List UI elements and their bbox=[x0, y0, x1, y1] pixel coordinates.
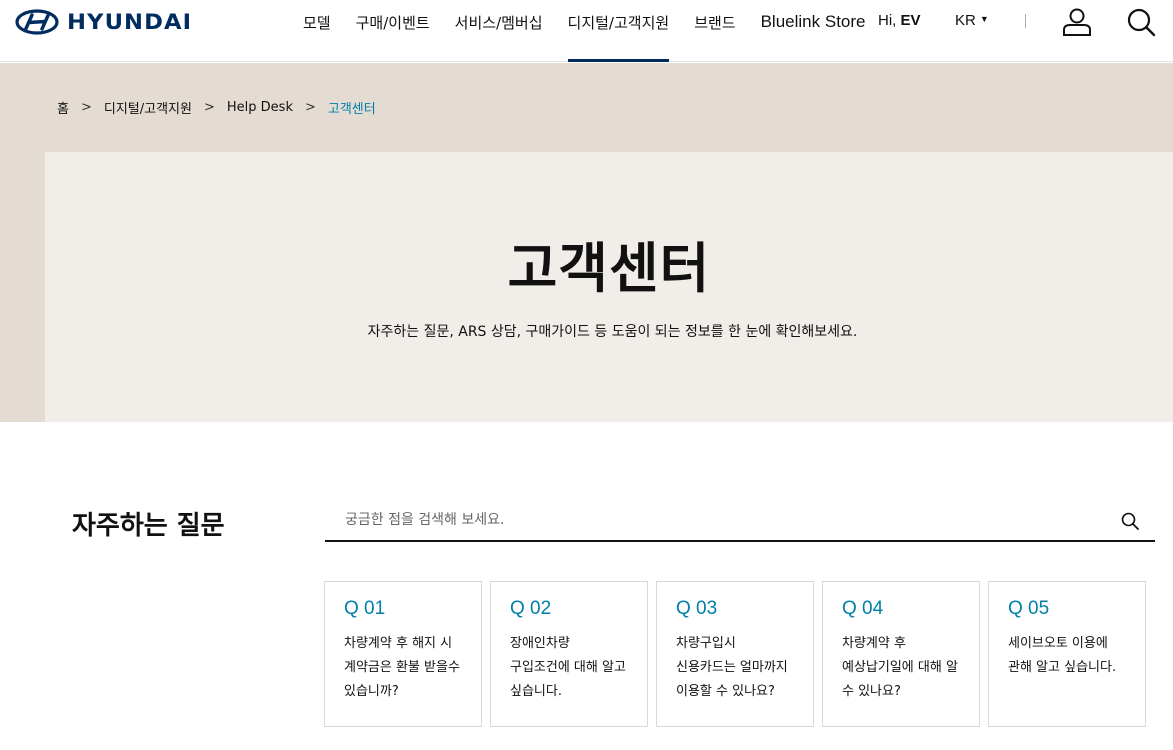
nav-item-purchase-events[interactable]: 구매/이벤트 bbox=[356, 0, 430, 62]
page-title: 고객센터 bbox=[507, 237, 711, 300]
faq-card[interactable]: Q 02 장애인차량 구입조건에 대해 알고 싶습니다. bbox=[490, 581, 648, 727]
caret-down-icon: ▼ bbox=[979, 14, 989, 24]
breadcrumb-current: 고객센터 bbox=[327, 102, 376, 117]
header-divider bbox=[1025, 14, 1026, 28]
faq-card-question: 장애인차량 구입조건에 대해 알고 싶습니다. bbox=[510, 636, 626, 699]
logo-wordmark: HYUNDAI bbox=[67, 10, 193, 34]
faq-card-number: Q 03 bbox=[676, 598, 718, 619]
user-greeting[interactable]: Hi, EV bbox=[878, 12, 921, 29]
page-subtitle: 자주하는 질문, ARS 상담, 구매가이드 등 도움이 되는 정보를 한 눈에… bbox=[367, 324, 858, 340]
nav-item-bluelink-store[interactable]: Bluelink Store bbox=[761, 0, 866, 62]
faq-section-title: 자주하는 질문 bbox=[72, 511, 225, 541]
search-icon-graphic bbox=[1127, 8, 1156, 37]
chevron-right-icon: > bbox=[203, 100, 215, 115]
faq-card[interactable]: Q 05 세이브오토 이용에 관해 알고 싶습니다. bbox=[988, 581, 1146, 727]
faq-card-question: 차량계약 후 해지 시 계약금은 환불 받을수 있습니까? bbox=[344, 636, 460, 699]
faq-card[interactable]: Q 03 차량구입시 신용카드는 얼마까지 이용할 수 있나요? bbox=[656, 581, 814, 727]
chevron-right-icon: > bbox=[80, 100, 92, 115]
faq-card-number: Q 01 bbox=[344, 598, 386, 619]
faq-search-input[interactable] bbox=[325, 500, 1105, 540]
user-icon[interactable] bbox=[1061, 6, 1093, 38]
faq-card-question: 차량구입시 신용카드는 얼마까지 이용할 수 있나요? bbox=[676, 636, 788, 699]
user-icon-graphic bbox=[1063, 8, 1091, 36]
faq-cards: Q 01 차량계약 후 해지 시 계약금은 환불 받을수 있습니까? Q 02 … bbox=[324, 581, 1146, 727]
faq-card-question: 차량계약 후 예상납기일에 대해 알 수 있나요? bbox=[842, 636, 958, 699]
faq-card-number: Q 05 bbox=[1008, 598, 1050, 619]
main-nav: 모델 구매/이벤트 서비스/멤버십 디지털/고객지원 브랜드 Bluelink … bbox=[303, 0, 890, 62]
faq-search-bar bbox=[325, 500, 1155, 542]
hero-section: 홈 > 디지털/고객지원 > Help Desk > 고객센터 고객센터 자주하… bbox=[0, 63, 1173, 422]
faq-card[interactable]: Q 04 차량계약 후 예상납기일에 대해 알 수 있나요? bbox=[822, 581, 980, 727]
faq-card-question: 세이브오토 이용에 관해 알고 싶습니다. bbox=[1008, 636, 1117, 675]
search-icon[interactable] bbox=[1121, 512, 1139, 530]
hyundai-logo[interactable]: HYUNDAI bbox=[15, 9, 191, 35]
nav-item-service-membership[interactable]: 서비스/멤버십 bbox=[455, 0, 543, 62]
breadcrumb: 홈 > 디지털/고객지원 > Help Desk > 고객센터 bbox=[57, 98, 376, 117]
hero-panel: 고객센터 자주하는 질문, ARS 상담, 구매가이드 등 도움이 되는 정보를… bbox=[45, 152, 1173, 422]
header-search-icon[interactable] bbox=[1125, 6, 1157, 38]
language-selector[interactable]: KR ▼ bbox=[955, 12, 989, 29]
breadcrumb-digital-support[interactable]: 디지털/고객지원 bbox=[104, 98, 192, 117]
language-label: KR bbox=[955, 12, 976, 29]
faq-card-number: Q 04 bbox=[842, 598, 884, 619]
faq-card[interactable]: Q 01 차량계약 후 해지 시 계약금은 환불 받을수 있습니까? bbox=[324, 581, 482, 727]
greeting-prefix: Hi, bbox=[878, 12, 901, 29]
nav-item-digital-support[interactable]: 디지털/고객지원 bbox=[567, 0, 669, 62]
top-header: HYUNDAI 모델 구매/이벤트 서비스/멤버십 디지털/고객지원 브랜드 B… bbox=[0, 0, 1173, 62]
faq-card-number: Q 02 bbox=[510, 598, 552, 619]
breadcrumb-home[interactable]: 홈 bbox=[57, 98, 69, 117]
greeting-name: EV bbox=[900, 12, 921, 29]
hyundai-emblem-icon bbox=[15, 9, 59, 35]
nav-item-models[interactable]: 모델 bbox=[303, 0, 331, 62]
chevron-right-icon: > bbox=[304, 100, 316, 115]
breadcrumb-help-desk[interactable]: Help Desk bbox=[227, 100, 293, 115]
nav-item-brand[interactable]: 브랜드 bbox=[694, 0, 735, 62]
